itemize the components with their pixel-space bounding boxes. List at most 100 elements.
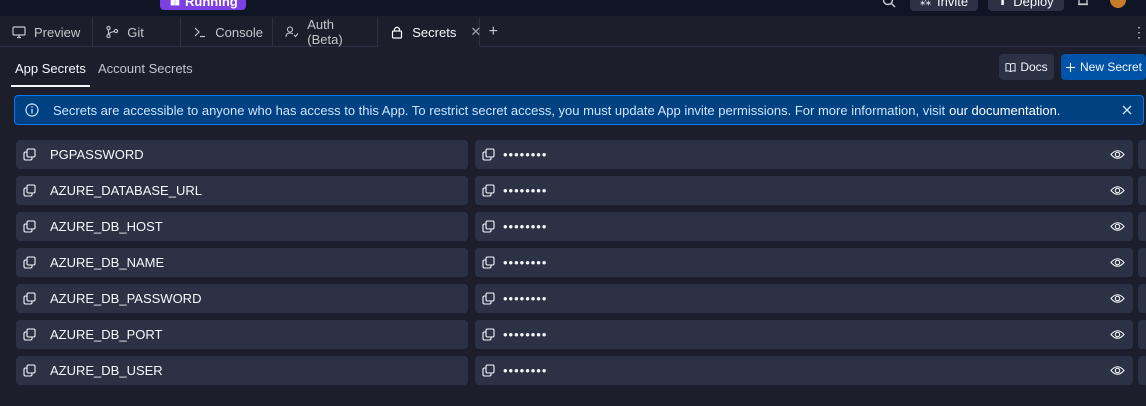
secret-key: AZURE_DATABASE_URL bbox=[50, 183, 202, 198]
secret-row: AZURE_DB_USER •••••••• ⋮ bbox=[16, 356, 1146, 392]
more-options-button[interactable]: ⋮ bbox=[1138, 176, 1146, 205]
secret-key-field[interactable]: PGPASSWORD bbox=[16, 140, 468, 169]
tab-account-secrets[interactable]: Account Secrets bbox=[98, 48, 193, 88]
eye-icon[interactable] bbox=[1110, 256, 1125, 269]
secret-key: AZURE_DB_PASSWORD bbox=[50, 291, 202, 306]
more-options-button[interactable]: ⋮ bbox=[1138, 140, 1146, 169]
more-options-button[interactable]: ⋮ bbox=[1138, 212, 1146, 241]
info-banner: Secrets are accessible to anyone who has… bbox=[14, 95, 1144, 125]
more-options-button[interactable]: ⋮ bbox=[1138, 356, 1146, 385]
copy-icon[interactable] bbox=[482, 364, 495, 377]
new-secret-button-label: New Secret bbox=[1079, 60, 1143, 74]
tab-label: Auth (Beta) bbox=[307, 17, 343, 47]
copy-icon[interactable] bbox=[482, 220, 495, 233]
docs-button-label: Docs bbox=[1020, 60, 1048, 74]
secret-key: AZURE_DB_HOST bbox=[50, 219, 163, 234]
close-tab-icon[interactable]: ✕ bbox=[470, 24, 481, 40]
copy-icon[interactable] bbox=[23, 364, 36, 377]
tab-preview[interactable]: Preview bbox=[0, 17, 94, 47]
secret-value-field[interactable]: •••••••• bbox=[475, 320, 1133, 349]
tab-app-secrets[interactable]: App Secrets bbox=[11, 48, 90, 88]
copy-icon[interactable] bbox=[482, 148, 495, 161]
eye-icon[interactable] bbox=[1110, 364, 1125, 377]
secret-key-field[interactable]: AZURE_DATABASE_URL bbox=[16, 176, 468, 205]
run-button-label: Running bbox=[185, 0, 238, 9]
tab-label: Console bbox=[215, 24, 263, 40]
secret-row: AZURE_DATABASE_URL •••••••• ⋮ bbox=[16, 176, 1146, 212]
invite-button[interactable]: ⁂ Invite bbox=[910, 0, 979, 11]
more-options-button[interactable]: ⋮ bbox=[1138, 248, 1146, 277]
copy-icon[interactable] bbox=[23, 220, 36, 233]
secret-value-field[interactable]: •••••••• bbox=[475, 176, 1133, 205]
tab-git[interactable]: Git bbox=[93, 17, 182, 47]
lock-icon bbox=[392, 26, 403, 39]
terminal-icon bbox=[194, 27, 206, 38]
copy-icon[interactable] bbox=[23, 292, 36, 305]
secret-key-field[interactable]: AZURE_DB_PORT bbox=[16, 320, 468, 349]
search-icon[interactable] bbox=[882, 0, 896, 8]
secret-key: AZURE_DB_USER bbox=[50, 363, 163, 378]
git-icon bbox=[106, 25, 119, 39]
monitor-icon bbox=[12, 26, 26, 39]
copy-icon[interactable] bbox=[482, 256, 495, 269]
tab-secrets[interactable]: Secrets ✕ bbox=[378, 17, 481, 47]
secrets-subtabs: App Secrets Account Secrets Docs New Sec… bbox=[0, 48, 1146, 88]
secret-row: PGPASSWORD •••••••• ⋮ bbox=[16, 140, 1146, 176]
secret-key-field[interactable]: AZURE_DB_PASSWORD bbox=[16, 284, 468, 313]
deploy-button[interactable]: ⬆ Deploy bbox=[988, 0, 1064, 11]
secret-row: AZURE_DB_NAME •••••••• ⋮ bbox=[16, 248, 1146, 284]
more-options-button[interactable]: ⋮ bbox=[1138, 320, 1146, 349]
top-bar: ▮▮ Running ⁂ Invite ⬆ Deploy bbox=[0, 0, 1146, 16]
secret-value-field[interactable]: •••••••• bbox=[475, 212, 1133, 241]
secret-value: •••••••• bbox=[503, 219, 548, 234]
secret-value: •••••••• bbox=[503, 183, 548, 198]
avatar[interactable] bbox=[1108, 0, 1128, 10]
secret-row: AZURE_DB_PASSWORD •••••••• ⋮ bbox=[16, 284, 1146, 320]
secret-key: PGPASSWORD bbox=[50, 147, 144, 162]
secret-row: AZURE_DB_HOST •••••••• ⋮ bbox=[16, 212, 1146, 248]
more-options-button[interactable]: ⋮ bbox=[1138, 284, 1146, 313]
add-tab-button[interactable]: + bbox=[480, 17, 506, 47]
copy-icon[interactable] bbox=[482, 292, 495, 305]
tab-auth[interactable]: Auth (Beta) bbox=[273, 17, 379, 47]
secret-value: •••••••• bbox=[503, 291, 548, 306]
eye-icon[interactable] bbox=[1110, 184, 1125, 197]
bell-icon[interactable] bbox=[1076, 0, 1090, 8]
tab-label: Git bbox=[127, 24, 144, 40]
secret-value-field[interactable]: •••••••• bbox=[475, 356, 1133, 385]
more-vertical-icon[interactable]: ⋮ bbox=[1132, 17, 1146, 47]
documentation-link[interactable]: our documentation. bbox=[949, 103, 1060, 118]
copy-icon[interactable] bbox=[23, 148, 36, 161]
secret-key-field[interactable]: AZURE_DB_HOST bbox=[16, 212, 468, 241]
secret-value: •••••••• bbox=[503, 147, 548, 162]
tab-console[interactable]: Console bbox=[181, 17, 274, 47]
copy-icon[interactable] bbox=[482, 328, 495, 341]
deploy-button-label: Deploy bbox=[1013, 0, 1054, 9]
secret-key: AZURE_DB_PORT bbox=[50, 327, 163, 342]
new-secret-button[interactable]: New Secret bbox=[1061, 54, 1146, 80]
secret-value-field[interactable]: •••••••• bbox=[475, 140, 1133, 169]
secret-value-field[interactable]: •••••••• bbox=[475, 284, 1133, 313]
eye-icon[interactable] bbox=[1110, 292, 1125, 305]
eye-icon[interactable] bbox=[1110, 220, 1125, 233]
secret-key-field[interactable]: AZURE_DB_USER bbox=[16, 356, 468, 385]
docs-button[interactable]: Docs bbox=[999, 54, 1054, 80]
copy-icon[interactable] bbox=[23, 328, 36, 341]
deploy-icon: ⬆ bbox=[998, 0, 1008, 8]
eye-icon[interactable] bbox=[1110, 148, 1125, 161]
copy-icon[interactable] bbox=[482, 184, 495, 197]
secret-row: AZURE_DB_PORT •••••••• ⋮ bbox=[16, 320, 1146, 356]
close-icon[interactable] bbox=[1121, 104, 1133, 116]
copy-icon[interactable] bbox=[23, 256, 36, 269]
info-icon bbox=[25, 103, 39, 117]
secret-value-field[interactable]: •••••••• bbox=[475, 248, 1133, 277]
run-button[interactable]: ▮▮ Running bbox=[160, 0, 246, 10]
eye-icon[interactable] bbox=[1110, 328, 1125, 341]
plus-icon bbox=[1065, 62, 1076, 72]
copy-icon[interactable] bbox=[23, 184, 36, 197]
book-icon bbox=[1005, 62, 1016, 72]
secret-key: AZURE_DB_NAME bbox=[50, 255, 165, 270]
invite-icon: ⁂ bbox=[920, 0, 931, 8]
secret-value: •••••••• bbox=[503, 363, 548, 378]
secret-key-field[interactable]: AZURE_DB_NAME bbox=[16, 248, 468, 277]
